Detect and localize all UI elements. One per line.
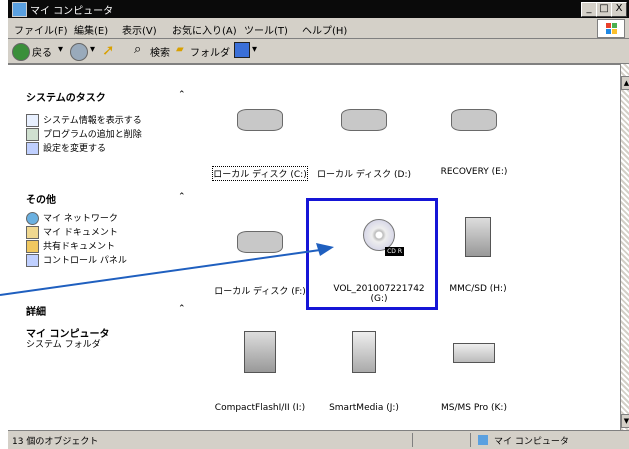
annotation-arrow (0, 243, 334, 296)
